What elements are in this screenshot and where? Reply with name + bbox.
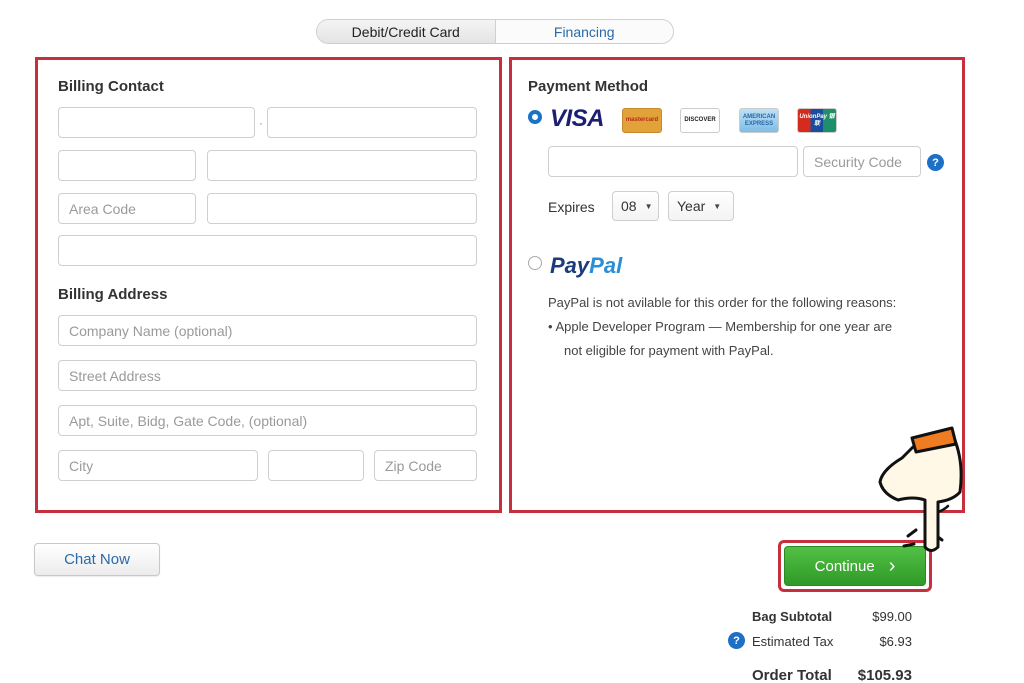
unionpay-icon: UnionPay 银联	[797, 108, 837, 133]
card-number-input[interactable]	[548, 146, 798, 177]
order-total-value: $105.93	[857, 667, 912, 683]
security-placeholder: Security Code	[814, 153, 902, 170]
paypal-logo: PayPal	[550, 253, 622, 279]
first-name-input[interactable]	[58, 107, 255, 138]
zip-code-input[interactable]: Zip Code	[374, 450, 477, 481]
expiry-month-select[interactable]: 08 ▼	[612, 191, 659, 221]
paypal-reason-line-2: not eligible for payment with PayPal.	[564, 343, 774, 358]
phone-input[interactable]	[207, 193, 477, 224]
phone-number-input[interactable]	[207, 150, 477, 181]
visa-logo: VISA	[550, 105, 605, 132]
card-radio[interactable]	[528, 110, 542, 124]
email-input[interactable]	[58, 235, 477, 266]
apt-placeholder: Apt, Suite, Bidg, Gate Code, (optional)	[69, 412, 308, 429]
tax-value: $6.93	[879, 634, 912, 649]
expires-label: Expires	[548, 199, 595, 215]
paypal-logo-pay: Pay	[550, 253, 590, 278]
billing-contact-title: Billing Contact	[58, 78, 164, 95]
paypal-unavailable-note: PayPal is not avilable for this order fo…	[548, 295, 897, 310]
expiry-year-select[interactable]: Year ▼	[668, 191, 734, 221]
discover-icon: DISCOVER	[680, 108, 720, 133]
amex-icon: AMERICAN EXPRESS	[739, 108, 779, 133]
city-placeholder: City	[69, 457, 94, 474]
name-separator: ·	[259, 116, 263, 130]
continue-button[interactable]: Continue ›	[784, 546, 926, 586]
tax-label: Estimated Tax	[752, 634, 834, 649]
billing-address-title: Billing Address	[58, 286, 168, 303]
street-address-input[interactable]: Street Address	[58, 360, 477, 391]
billing-panel: Billing Contact · Area Code Billing Addr…	[35, 57, 502, 513]
chat-now-button[interactable]: Chat Now	[34, 543, 160, 576]
order-total-label: Order Total	[752, 667, 832, 683]
paypal-reason-line-1: • Apple Developer Program — Membership f…	[548, 319, 893, 334]
payment-type-tabs: Debit/Credit Card Financing	[316, 19, 674, 44]
security-code-input[interactable]: Security Code	[803, 146, 921, 177]
zip-placeholder: Zip Code	[385, 457, 442, 474]
paypal-radio[interactable]	[528, 256, 542, 270]
subtotal-value: $99.00	[872, 609, 912, 624]
apt-suite-input[interactable]: Apt, Suite, Bidg, Gate Code, (optional)	[58, 405, 477, 436]
caret-down-icon: ▼	[644, 201, 653, 211]
subtotal-label: Bag Subtotal	[752, 609, 833, 624]
expiry-year-value: Year	[677, 198, 706, 214]
mastercard-icon: mastercard	[622, 108, 662, 133]
chevron-right-icon: ›	[888, 555, 896, 577]
tab-debit-credit-card[interactable]: Debit/Credit Card	[317, 20, 496, 43]
company-name-input[interactable]: Company Name (optional)	[58, 315, 477, 346]
street-placeholder: Street Address	[69, 367, 161, 384]
question-icon[interactable]: ?	[927, 154, 944, 171]
payment-method-title: Payment Method	[528, 78, 649, 95]
caret-down-icon: ▼	[713, 201, 722, 211]
continue-label: Continue	[814, 557, 875, 575]
state-input[interactable]	[268, 450, 364, 481]
tab-financing[interactable]: Financing	[495, 20, 673, 43]
expiry-month-value: 08	[621, 198, 637, 214]
company-placeholder: Company Name (optional)	[69, 322, 233, 339]
area-code-placeholder: Area Code	[69, 200, 136, 217]
phone-country-input[interactable]	[58, 150, 196, 181]
paypal-logo-pal: Pal	[589, 253, 623, 278]
last-name-input[interactable]	[267, 107, 477, 138]
question-icon[interactable]: ?	[728, 632, 745, 649]
pointing-hand-icon	[878, 426, 963, 552]
city-input[interactable]: City	[58, 450, 258, 481]
area-code-input[interactable]: Area Code	[58, 193, 196, 224]
